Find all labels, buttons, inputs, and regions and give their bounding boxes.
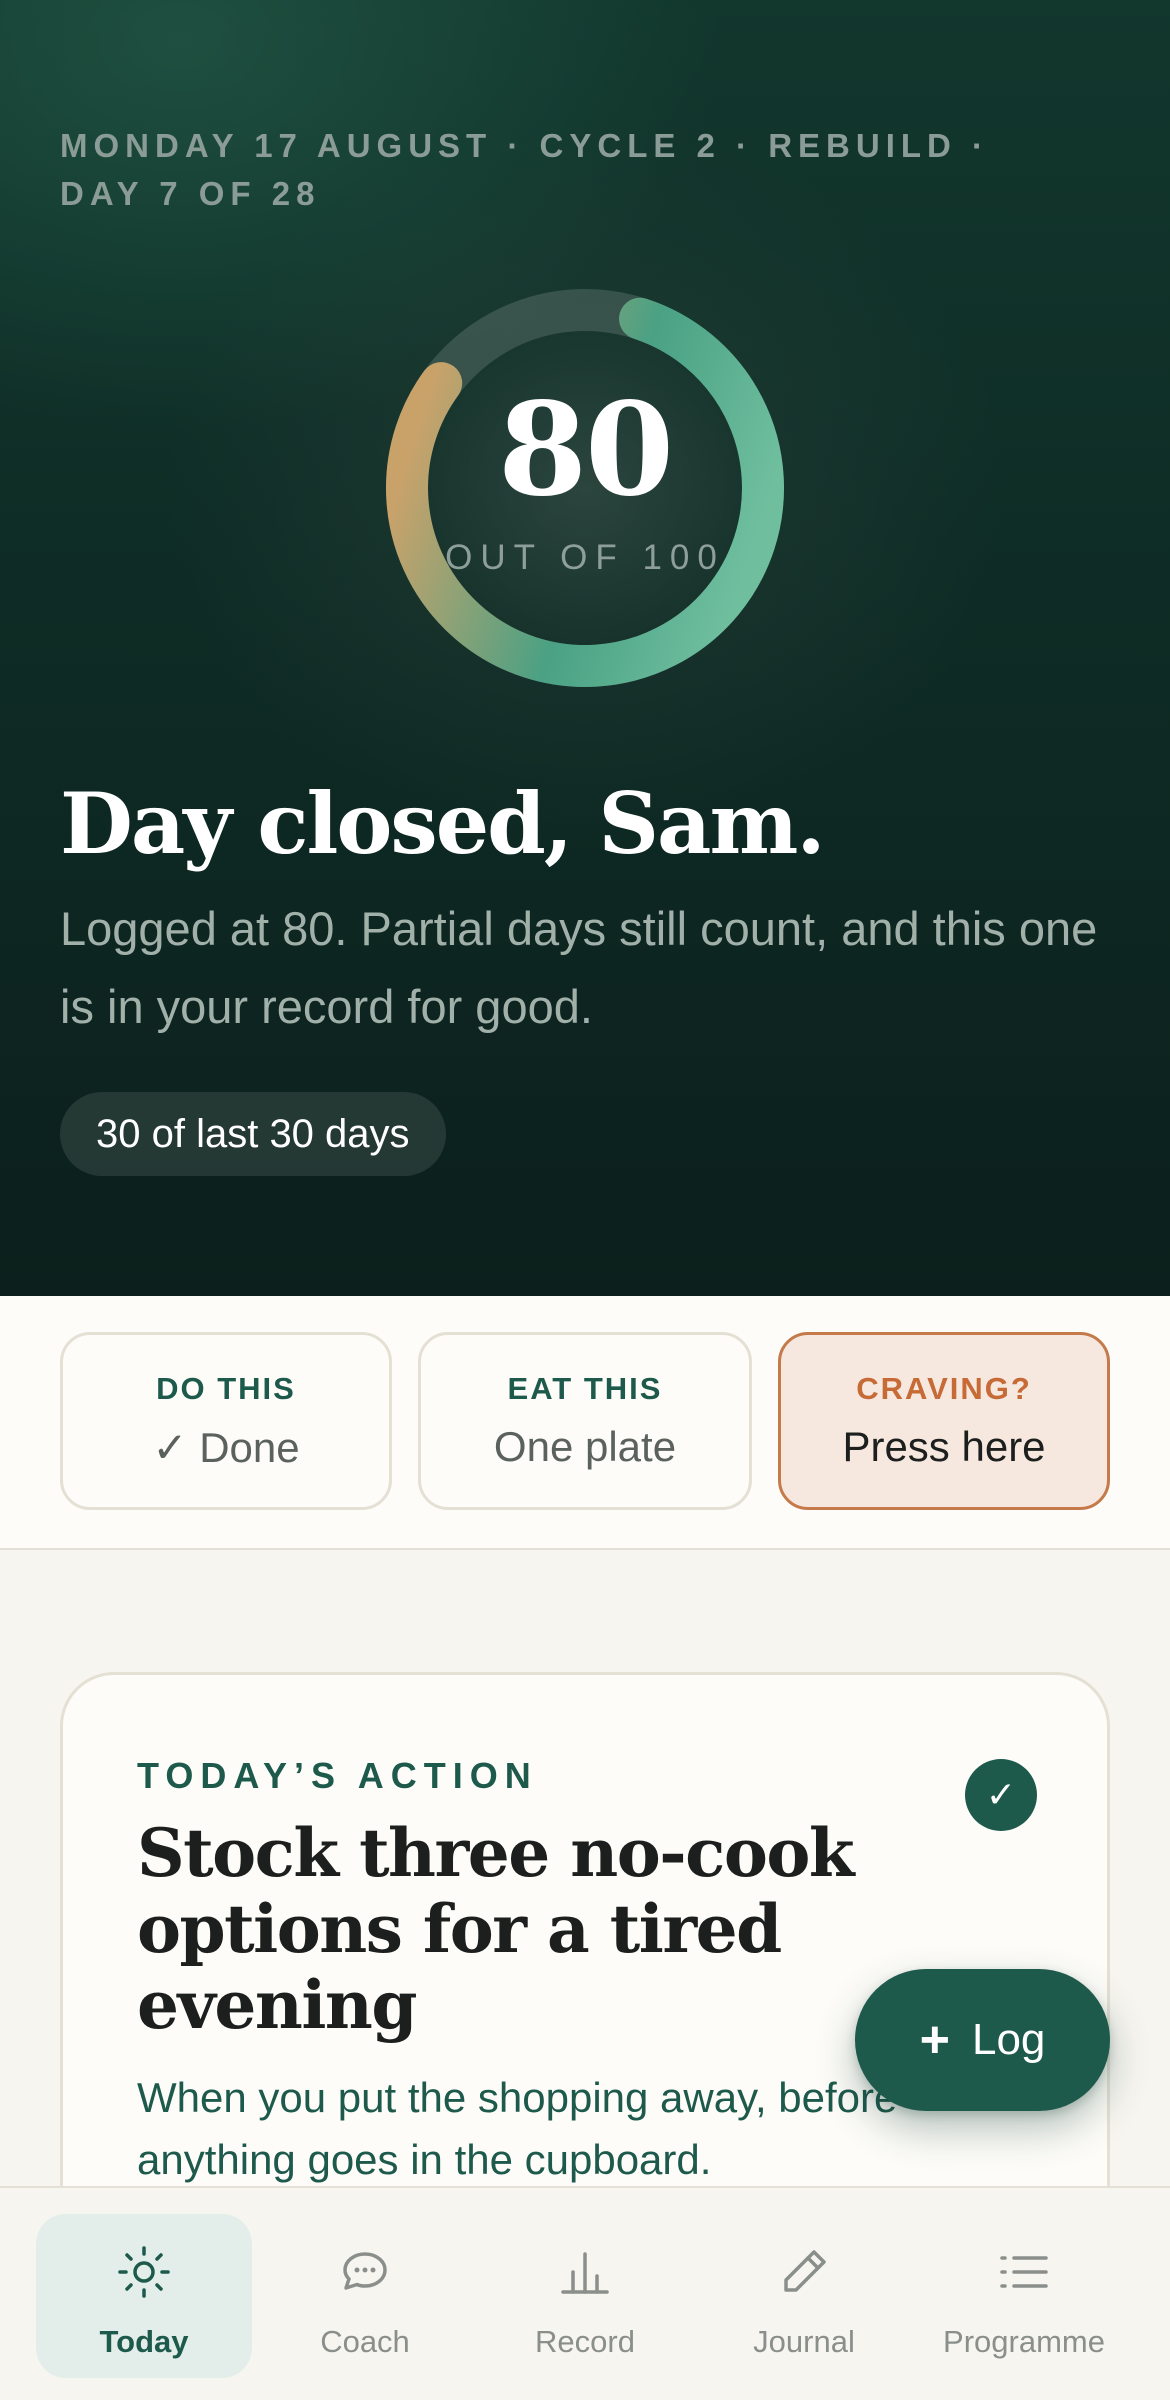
bottom-tab-bar: Today Coach Record Journal Programme — [0, 2186, 1170, 2400]
pencil-icon — [784, 2250, 826, 2292]
day-summary-text: Logged at 80. Partial days still count, … — [60, 902, 1098, 1033]
tab-coach-label: Coach — [320, 2324, 410, 2359]
action-kicker: TODAY’S ACTION — [137, 1755, 538, 1796]
tab-record-label: Record — [535, 2324, 635, 2359]
eat-this-button[interactable]: EAT THIS One plate — [418, 1332, 752, 1510]
sun-icon — [118, 2246, 170, 2298]
craving-button[interactable]: CRAVING? Press here — [778, 1332, 1110, 1510]
tab-journal[interactable]: Journal — [696, 2214, 912, 2378]
bar-chart-icon — [561, 2252, 609, 2294]
do-this-label: DO THIS — [156, 1371, 296, 1406]
tab-programme-label: Programme — [943, 2324, 1105, 2359]
tab-programme[interactable]: Programme — [916, 2214, 1132, 2378]
eat-this-label: EAT THIS — [507, 1371, 663, 1406]
craving-label: CRAVING? — [856, 1371, 1032, 1406]
tab-record[interactable]: Record — [477, 2214, 693, 2378]
do-this-status: ✓ Done — [152, 1424, 300, 1471]
log-button-label: Log — [971, 2015, 1046, 2064]
eat-this-value: One plate — [493, 1423, 677, 1470]
tab-today[interactable]: Today — [36, 2214, 252, 2378]
greeting-heading: Day closed, Sam. — [60, 774, 826, 873]
action-complete-check-icon[interactable]: ✓ — [965, 1759, 1037, 1831]
hero-section: MONDAY 17 AUGUST · CYCLE 2 · REBUILD · D… — [0, 0, 1170, 1296]
tab-coach[interactable]: Coach — [257, 2214, 473, 2378]
score-value: 80 — [497, 375, 674, 525]
tab-journal-label: Journal — [753, 2324, 855, 2359]
quick-actions-bar: DO THIS ✓ Done EAT THIS One plate CRAVIN… — [0, 1296, 1170, 1550]
list-icon — [1000, 2256, 1048, 2288]
score-max-label: OUT OF 100 — [445, 538, 725, 577]
tab-today-label: Today — [99, 2324, 189, 2359]
streak-badge: 30 of last 30 days — [60, 1092, 446, 1176]
date-cycle-line: MONDAY 17 AUGUST · CYCLE 2 · REBUILD · D… — [60, 127, 990, 212]
plus-icon: + — [919, 2011, 950, 2069]
chat-icon — [343, 2252, 387, 2290]
log-button[interactable]: + Log — [855, 1969, 1110, 2111]
do-this-button[interactable]: DO THIS ✓ Done — [60, 1332, 392, 1510]
score-ring: 80 OUT OF 100 — [385, 288, 785, 688]
action-title: Stock three no-cook options for a tired … — [137, 1814, 855, 2044]
craving-cta: Press here — [842, 1423, 1046, 1470]
